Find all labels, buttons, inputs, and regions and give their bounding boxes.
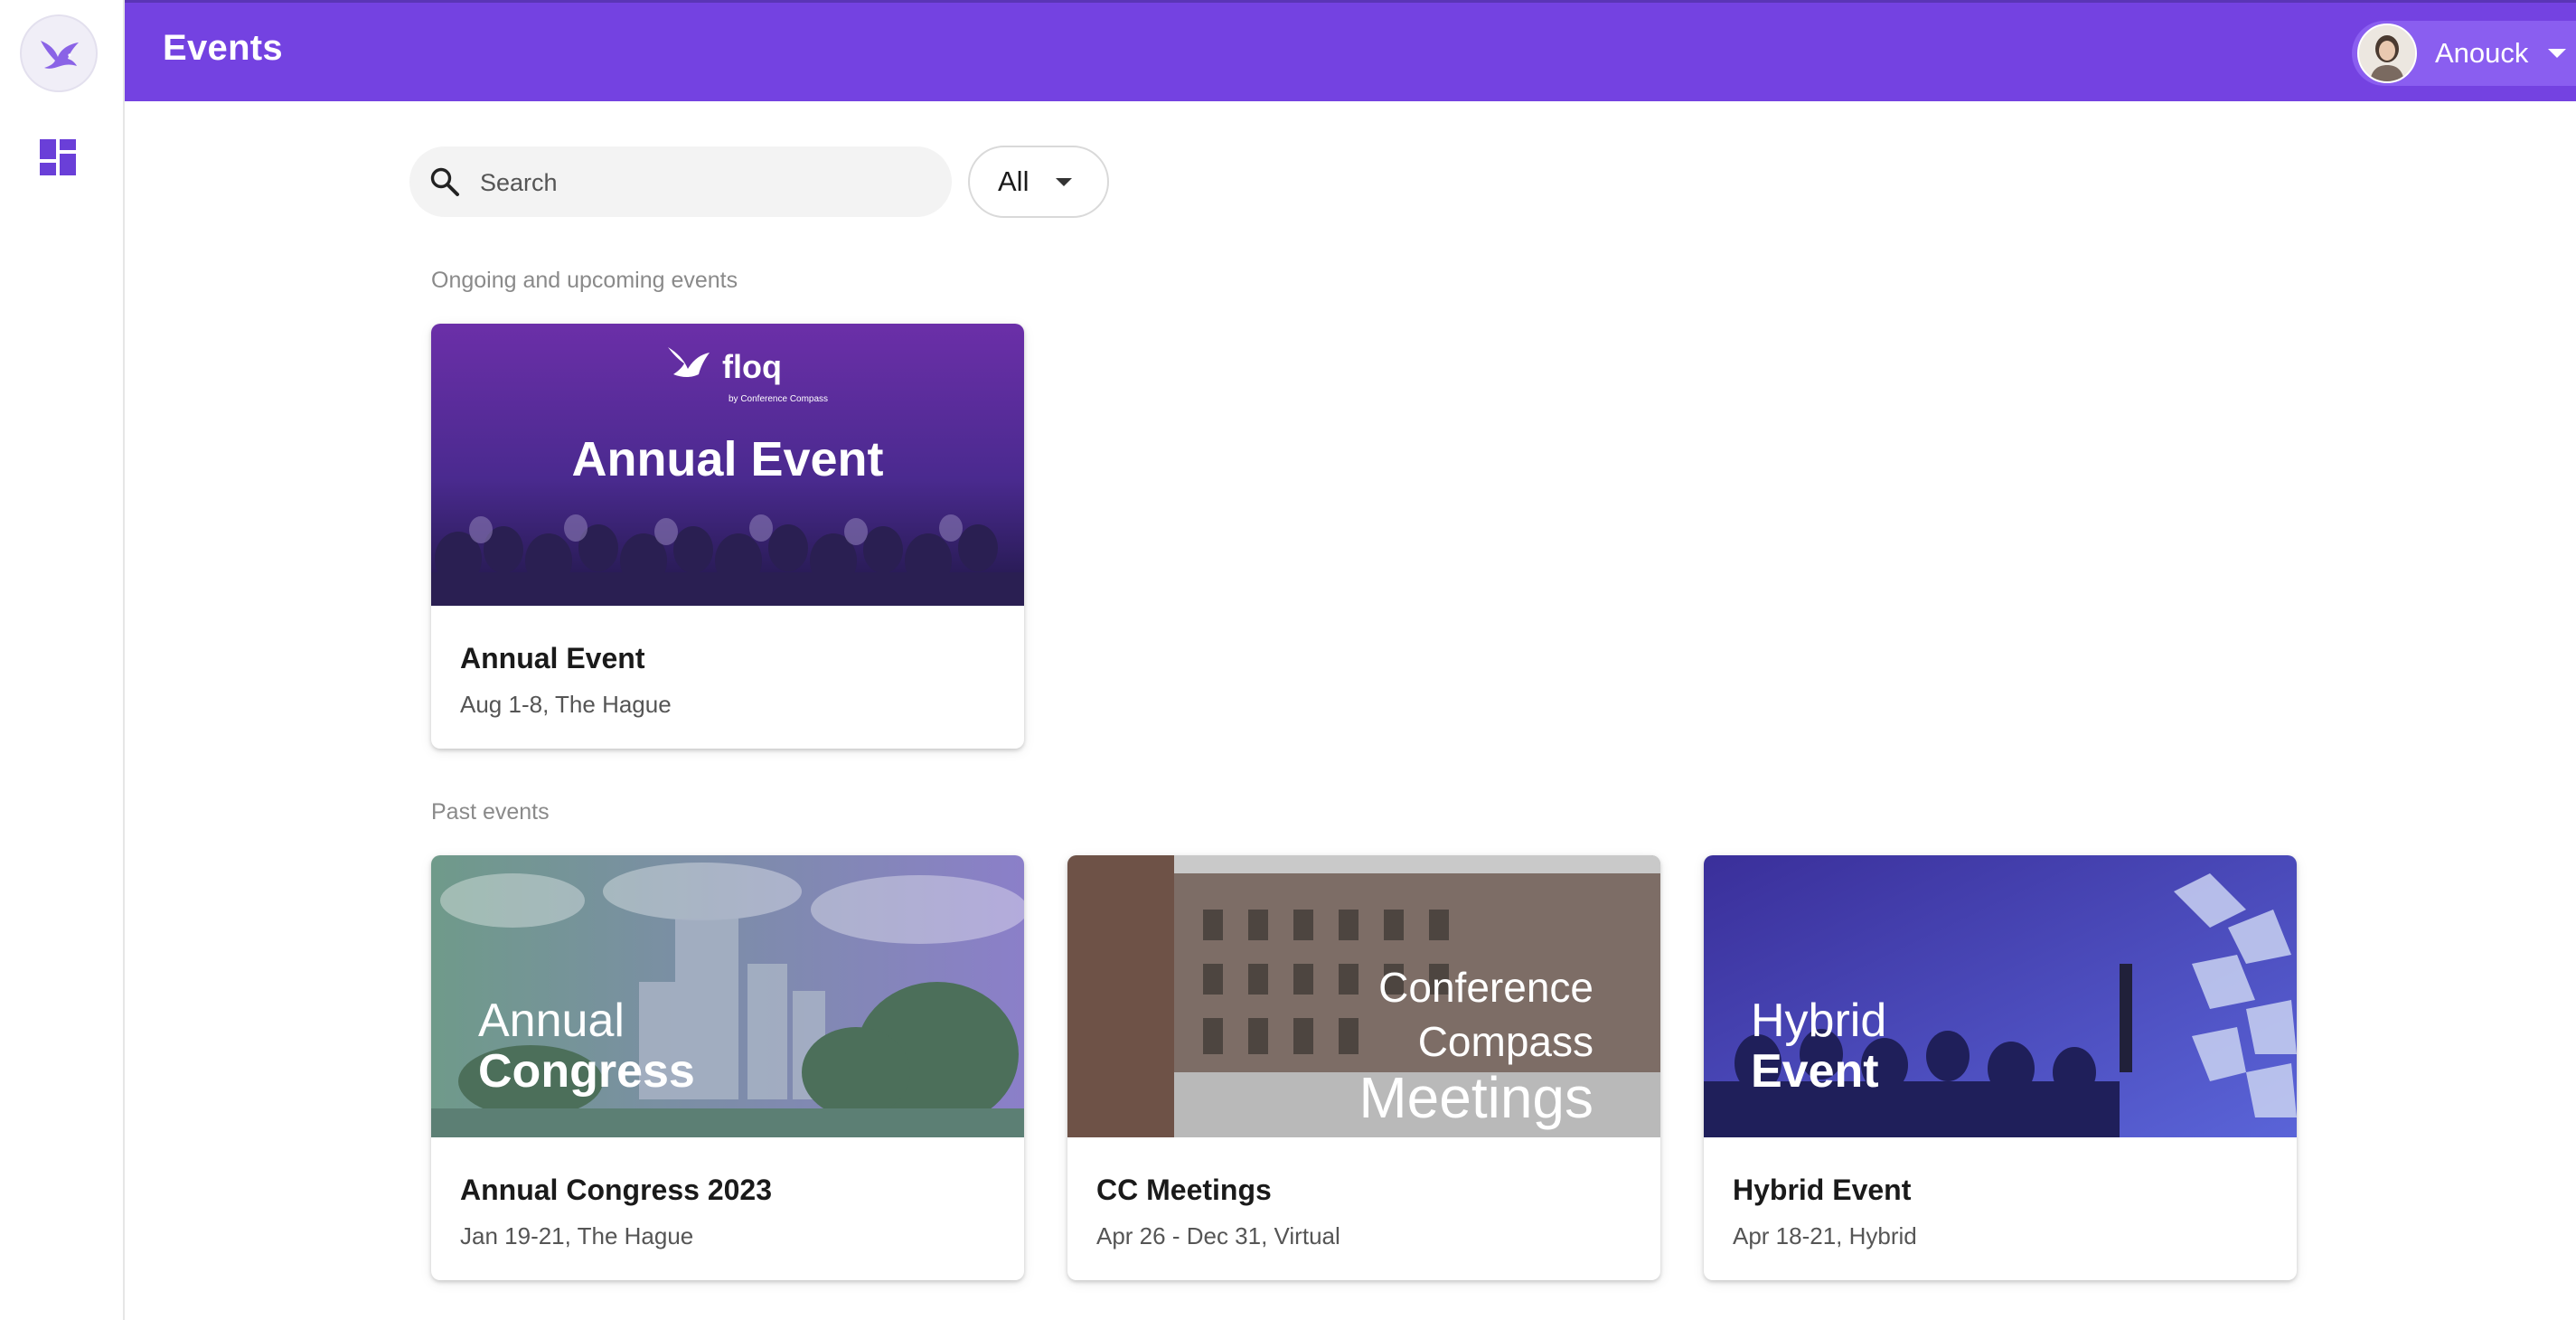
search-input[interactable] <box>478 159 934 206</box>
event-banner: floq by Conference Compass Annual Event <box>431 324 1024 606</box>
caret-down-icon <box>1056 177 1073 186</box>
event-banner: Conference Compass Meetings <box>1067 855 1660 1137</box>
event-banner: Annual Congress <box>431 855 1024 1137</box>
user-menu-button[interactable]: Anouck <box>2352 21 2576 86</box>
banner-line-3: Meetings <box>1359 1065 1594 1130</box>
search-icon <box>430 167 459 196</box>
avatar-portrait-icon <box>2359 25 2415 81</box>
event-subtitle: Apr 26 - Dec 31, Virtual <box>1096 1222 1340 1249</box>
top-app-bar: Events Anouck <box>125 0 2576 101</box>
banner-line-2: Congress <box>478 1045 695 1098</box>
banner-line-1: Hybrid <box>1751 995 1886 1047</box>
event-card[interactable]: Annual Congress Annual Congress 2023 Jan… <box>431 855 1024 1280</box>
event-card[interactable]: Hybrid Event Hybrid Event Apr 18-21, Hyb… <box>1704 855 2297 1280</box>
event-subtitle: Jan 19-21, The Hague <box>460 1222 694 1249</box>
banner-line-1: Conference <box>1378 964 1594 1011</box>
event-subtitle: Aug 1-8, The Hague <box>460 691 672 718</box>
banner-brand: floq <box>722 348 782 385</box>
banner-line-1: Annual <box>478 995 625 1047</box>
event-title: Annual Event <box>460 642 645 674</box>
bird-logo-icon <box>41 41 79 69</box>
filter-dropdown[interactable]: All <box>968 146 1109 218</box>
dashboard-icon[interactable] <box>40 139 76 175</box>
event-title: Hybrid Event <box>1733 1174 1912 1206</box>
event-card[interactable]: floq by Conference Compass Annual Event … <box>431 324 1024 749</box>
banner-brand-sub: by Conference Compass <box>729 394 828 404</box>
filter-selected-value: All <box>998 165 1029 197</box>
event-banner: Hybrid Event <box>1704 855 2297 1137</box>
side-nav <box>0 0 125 1320</box>
event-subtitle: Apr 18-21, Hybrid <box>1733 1222 1917 1249</box>
event-title: CC Meetings <box>1096 1174 1272 1206</box>
event-card[interactable]: Conference Compass Meetings CC Meetings … <box>1067 855 1660 1280</box>
event-title: Annual Congress 2023 <box>460 1174 772 1206</box>
section-heading-upcoming: Ongoing and upcoming events <box>431 268 738 293</box>
section-heading-past: Past events <box>431 799 550 825</box>
user-name: Anouck <box>2435 37 2529 69</box>
banner-line-2: Compass <box>1418 1018 1594 1065</box>
banner-title: Annual Event <box>571 432 883 486</box>
banner-line-2: Event <box>1751 1045 1879 1098</box>
search-box <box>409 146 952 217</box>
page-title: Events <box>163 28 283 68</box>
caret-down-icon <box>2548 49 2567 58</box>
app-logo-button[interactable] <box>20 14 98 92</box>
avatar <box>2357 24 2417 83</box>
